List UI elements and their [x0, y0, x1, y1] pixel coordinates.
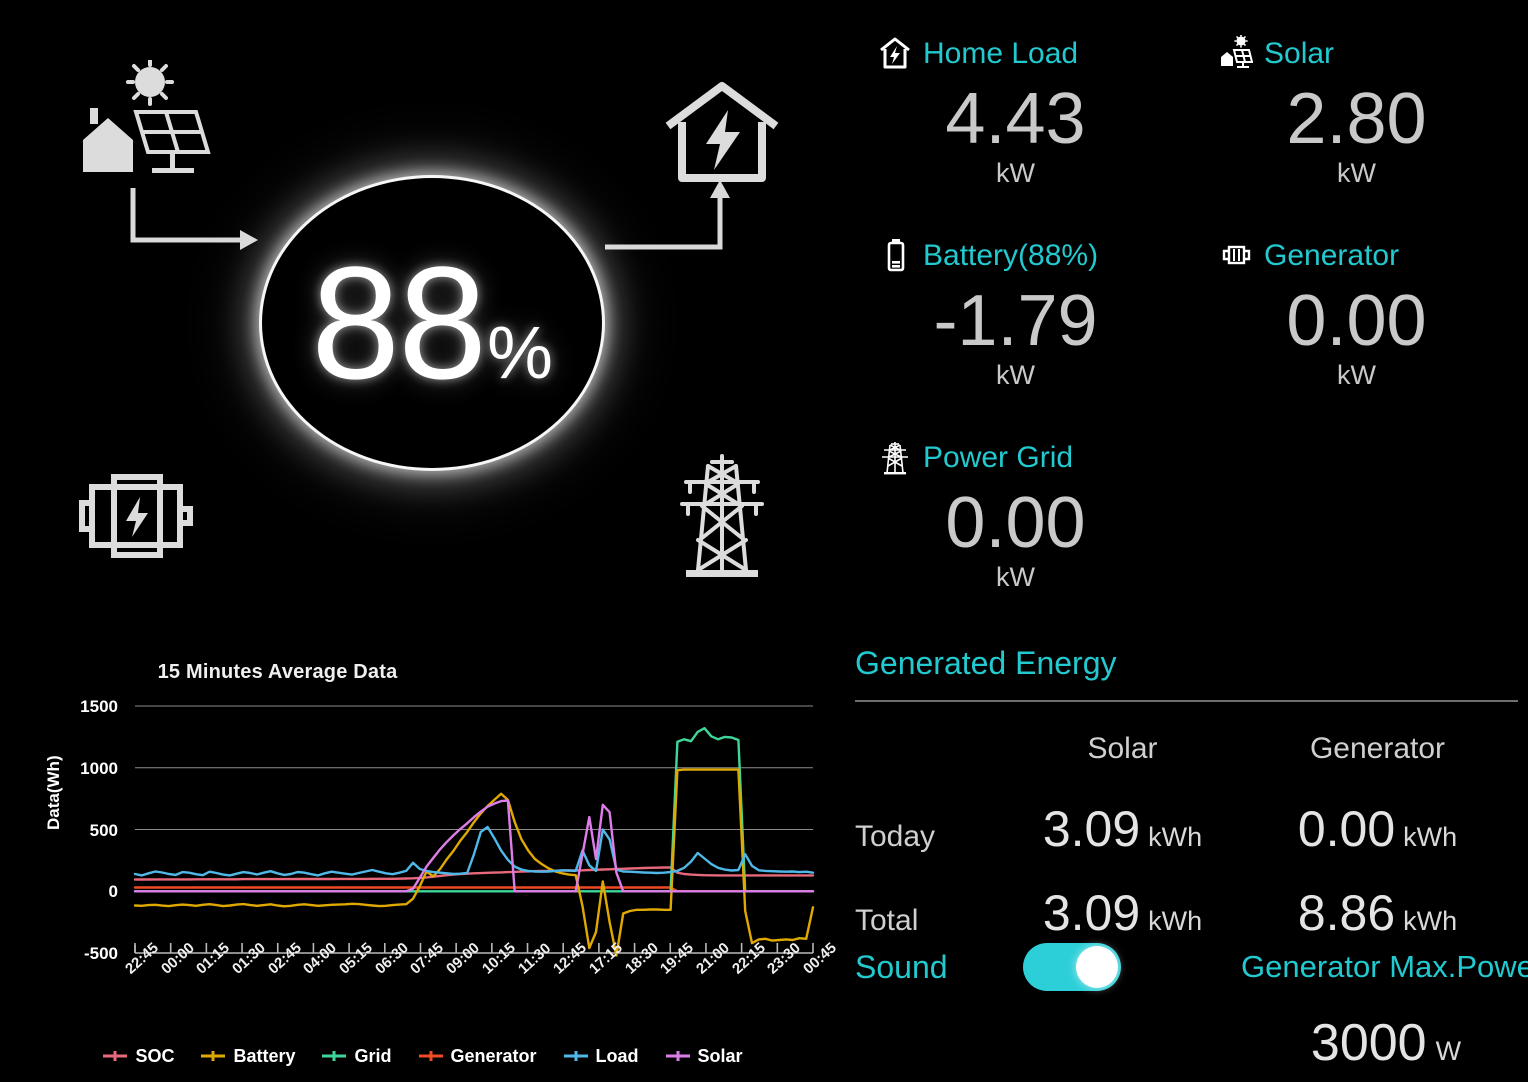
stat-unit: kW	[996, 158, 1035, 189]
controls-row: Sound Generator Max.Power 3000 W	[845, 935, 1528, 1082]
stat-value: 2.80	[1286, 79, 1427, 159]
legend-label: Battery	[233, 1045, 296, 1066]
stat-label: Solar	[1264, 37, 1335, 70]
value: 0.00	[1297, 801, 1396, 857]
solar-panel-icon	[1221, 35, 1253, 68]
legend-marker	[200, 1049, 226, 1063]
cell-today-generator: 0.00 kWh	[1250, 800, 1505, 858]
legend-label: Load	[595, 1045, 639, 1066]
generated-energy-panel: Generated Energy Solar Generator Today 3…	[845, 645, 1528, 1082]
toggle-knob	[1076, 946, 1118, 988]
cell-total-generator: 8.86 kWh	[1250, 884, 1505, 942]
legend-item[interactable]: Grid	[321, 1045, 392, 1067]
stat-header: Power Grid	[845, 436, 1186, 480]
stat-tile-battery: Battery(88%) -1.79 kW	[845, 234, 1186, 391]
legend-item[interactable]: Solar	[665, 1046, 743, 1067]
stat-value: 0.00	[1286, 281, 1427, 361]
row-label-total: Total	[855, 904, 919, 937]
house-lightning-icon	[880, 37, 910, 69]
stat-value: -1.79	[933, 281, 1098, 361]
legend-item[interactable]: Generator	[418, 1046, 537, 1067]
table-row: Total 3.09 kWh 8.86 kWh	[845, 884, 1528, 942]
live-power-stats: Home Load 4.43 kW Solar 2.80 kW Battery(…	[845, 0, 1528, 630]
stat-value: 0.00	[945, 483, 1086, 563]
legend-label: SOC	[135, 1045, 175, 1066]
cell-total-solar: 3.09 kWh	[995, 884, 1250, 942]
stat-label: Battery(88%)	[923, 239, 1099, 272]
energy-dashboard: 88 % Home Load 4.43 kW Solar 2.80 kW Bat…	[0, 0, 1528, 1082]
stat-unit: kW	[1337, 158, 1376, 189]
power-grid-tower-icon	[680, 454, 764, 577]
panel-title: Generated Energy	[855, 645, 1117, 681]
chart-y-tick: 1000	[80, 758, 118, 778]
chart-y-tick: 0	[108, 882, 118, 902]
legend-marker	[563, 1049, 589, 1063]
stat-unit: kW	[996, 562, 1035, 593]
legend-marker	[102, 1049, 128, 1063]
legend-marker	[321, 1049, 347, 1063]
house-lightning-icon	[665, 82, 779, 182]
column-header-solar: Solar	[1087, 732, 1158, 765]
divider	[855, 700, 1518, 702]
stat-label: Power Grid	[923, 441, 1074, 474]
chart-legend: SOC Battery Grid Generator Load Solar	[0, 1030, 845, 1082]
stat-label: Generator	[1264, 239, 1400, 272]
generator-icon	[1222, 245, 1251, 265]
power-flow-diagram: 88 %	[0, 0, 845, 640]
stat-tile-power-grid: Power Grid 0.00 kW	[845, 436, 1186, 593]
legend-item[interactable]: SOC	[102, 1046, 174, 1067]
legend-marker	[418, 1049, 444, 1063]
stat-header: Generator	[1186, 234, 1527, 278]
energy-column-headers: Solar Generator	[845, 732, 1528, 766]
soc-percent-sign: %	[487, 311, 553, 394]
cell-today-solar: 3.09 kWh	[995, 800, 1250, 858]
unit: kWh	[1148, 822, 1203, 852]
stat-tile-solar: Solar 2.80 kW	[1186, 32, 1527, 189]
unit: kWh	[1148, 906, 1203, 936]
legend-item[interactable]: Load	[563, 1046, 639, 1067]
generator-max-power-unit: W	[1435, 1036, 1462, 1066]
stat-unit: kW	[996, 360, 1035, 391]
stat-tile-home-load: Home Load 4.43 kW	[845, 32, 1186, 189]
sound-toggle[interactable]	[1023, 943, 1121, 991]
legend-label: Grid	[354, 1045, 392, 1066]
stat-tile-generator: Generator 0.00 kW	[1186, 234, 1527, 391]
battery-soc-ring: 88 %	[262, 178, 602, 468]
legend-label: Solar	[697, 1045, 743, 1066]
chart-y-tick: -500	[83, 944, 118, 963]
chart-y-tick: 1500	[80, 697, 118, 716]
history-chart: 15 Minutes Average Data Data(Wh) SOC Batt…	[0, 645, 845, 1082]
chart-y-tick: 500	[89, 820, 118, 840]
value: 8.86	[1297, 885, 1396, 941]
solar-panel-house-sun-icon	[83, 60, 211, 173]
power-grid-tower-icon	[882, 442, 908, 475]
stat-header: Solar	[1186, 32, 1527, 76]
stat-header: Home Load	[845, 32, 1186, 76]
legend-marker	[665, 1049, 691, 1063]
column-header-generator: Generator	[1309, 732, 1446, 765]
legend-item[interactable]: Battery	[200, 1046, 295, 1067]
stat-label: Home Load	[923, 37, 1079, 70]
sound-label: Sound	[855, 949, 948, 985]
stat-header: Battery(88%)	[845, 234, 1186, 278]
legend-label: Generator	[450, 1045, 537, 1066]
value: 3.09	[1042, 801, 1141, 857]
stat-value: 4.43	[945, 79, 1086, 159]
generator-max-power-value-row[interactable]: 3000 W	[1241, 1013, 1528, 1073]
unit: kWh	[1403, 822, 1458, 852]
generator-max-power-label: Generator Max.Power	[1241, 949, 1528, 984]
soc-value: 88	[311, 233, 487, 412]
stat-unit: kW	[1337, 360, 1376, 391]
unit: kWh	[1403, 906, 1458, 936]
battery-icon	[887, 239, 905, 272]
generator-max-power-value: 3000	[1310, 1014, 1427, 1072]
table-row: Today 3.09 kWh 0.00 kWh	[845, 800, 1528, 858]
battery-lightning-icon	[79, 474, 193, 558]
value: 3.09	[1042, 885, 1141, 941]
row-label-today: Today	[855, 820, 936, 853]
soc-readout: 88 %	[311, 243, 553, 403]
